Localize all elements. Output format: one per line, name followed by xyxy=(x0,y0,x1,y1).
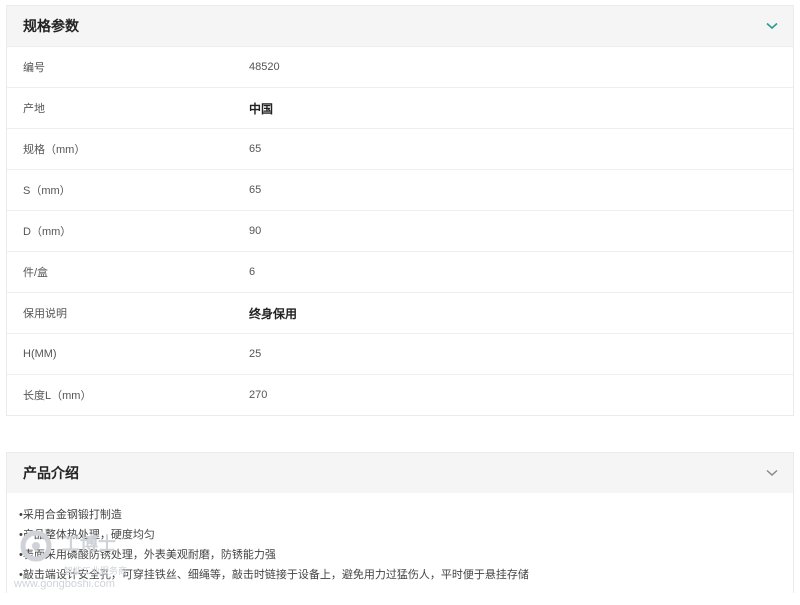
spec-label: 件/盒 xyxy=(23,267,49,279)
table-row: H(MM) 25 xyxy=(7,333,793,374)
spec-value: 中国 xyxy=(249,101,274,116)
spec-label: 编号 xyxy=(23,62,45,74)
table-row: 规格（mm） 65 xyxy=(7,128,793,169)
intro-line: •表面采用磷酸防锈处理，外表美观耐磨，防锈能力强 xyxy=(19,549,276,561)
intro-line: •采用合金钢锻打制造 xyxy=(19,509,122,521)
specs-panel: 规格参数 编号 48520 产地 中国规格（mm） 65 S（mm） 65 D（mm） 90 件/… xyxy=(6,5,794,416)
specs-table: 编号 48520 产地 中国规格（mm） 65 S（mm） 65 D（mm） 90 件/盒 6 保用说… xyxy=(7,46,793,415)
intro-panel: 产品介绍 •采用合金钢锻打制造 •产品整体热处理，硬度均匀 •表面采用磷酸防锈处… xyxy=(6,452,794,593)
spec-value: 48520 xyxy=(249,61,280,73)
spec-value: 270 xyxy=(249,389,268,401)
intro-panel-header[interactable]: 产品介绍 xyxy=(7,453,793,493)
spec-label: H(MM) xyxy=(23,348,57,360)
spec-label: 保用说明 xyxy=(23,308,67,320)
spec-label: 规格（mm） xyxy=(23,144,86,156)
intro-title: 产品介绍 xyxy=(23,465,79,481)
table-row: D（mm） 90 xyxy=(7,210,793,251)
spec-value: 90 xyxy=(249,225,262,237)
intro-body: •采用合金钢锻打制造 •产品整体热处理，硬度均匀 •表面采用磷酸防锈处理，外表美… xyxy=(7,493,793,593)
chevron-down-icon[interactable] xyxy=(765,466,779,480)
spec-value: 终身保用 xyxy=(249,306,298,321)
intro-line: •敲击端设计安全孔，可穿挂铁丝、细绳等，敲击时链接于设备上，避免用力过猛伤人，平… xyxy=(19,569,529,581)
spec-value: 6 xyxy=(249,266,256,278)
spec-label: D（mm） xyxy=(23,226,72,238)
table-row: 编号 48520 xyxy=(7,46,793,87)
spec-value: 65 xyxy=(249,143,262,155)
table-row: 保用说明 终身保用 xyxy=(7,292,793,333)
spec-value: 25 xyxy=(249,348,262,360)
spec-label: 产地 xyxy=(23,103,45,115)
spec-value: 65 xyxy=(249,184,262,196)
table-row: 件/盒 6 xyxy=(7,251,793,292)
chevron-down-icon[interactable] xyxy=(765,19,779,33)
table-row: 长度L（mm） 270 xyxy=(7,374,793,415)
intro-line: •产品整体热处理，硬度均匀 xyxy=(19,529,155,541)
specs-title: 规格参数 xyxy=(23,18,79,34)
table-row: 产地 中国 xyxy=(7,87,793,128)
table-row: S（mm） 65 xyxy=(7,169,793,210)
spec-label: 长度L（mm） xyxy=(23,390,92,402)
specs-panel-header[interactable]: 规格参数 xyxy=(7,6,793,46)
spec-label: S（mm） xyxy=(23,185,71,197)
